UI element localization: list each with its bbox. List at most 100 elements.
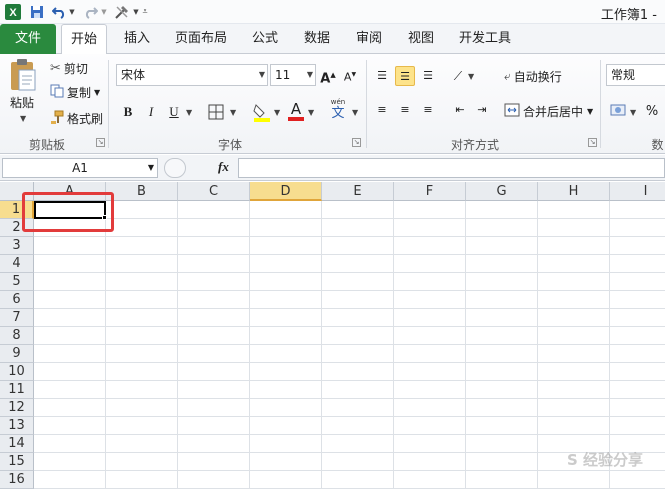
copy-dropdown-icon[interactable]: ▼ [94,88,100,97]
row-header-15[interactable]: 15 [0,453,34,471]
cell-d5[interactable] [250,273,322,291]
cell-d3[interactable] [250,237,322,255]
row-header-13[interactable]: 13 [0,417,34,435]
cell-b6[interactable] [106,291,178,309]
resize-handle-icon[interactable] [164,158,186,178]
cell-f2[interactable] [394,219,466,237]
cell-g3[interactable] [466,237,538,255]
cell-i16[interactable] [610,471,665,489]
cell-f10[interactable] [394,363,466,381]
row-header-5[interactable]: 5 [0,273,34,291]
cell-b7[interactable] [106,309,178,327]
cell-b15[interactable] [106,453,178,471]
italic-button[interactable]: I [141,102,161,122]
cell-c13[interactable] [178,417,250,435]
cell-e12[interactable] [322,399,394,417]
cell-g13[interactable] [466,417,538,435]
cell-f13[interactable] [394,417,466,435]
cell-h1[interactable] [538,201,610,219]
cell-b1[interactable] [106,201,178,219]
worksheet-grid[interactable]: A B C D E F G H I 1 2 3 4 5 6 7 8 9 10 11 12 13 14 15 16 [0,182,665,492]
accounting-format-icon[interactable] [610,102,628,121]
cell-h3[interactable] [538,237,610,255]
cell-i3[interactable] [610,237,665,255]
cell-b8[interactable] [106,327,178,345]
cell-b10[interactable] [106,363,178,381]
cell-d7[interactable] [250,309,322,327]
cell-f3[interactable] [394,237,466,255]
cell-d14[interactable] [250,435,322,453]
cell-f6[interactable] [394,291,466,309]
cell-b4[interactable] [106,255,178,273]
alignment-launcher-icon[interactable]: ↘ [588,138,597,147]
cell-h11[interactable] [538,381,610,399]
cell-a16[interactable] [34,471,106,489]
cell-c1[interactable] [178,201,250,219]
grow-font-icon[interactable]: A▲ [318,65,338,86]
cell-e16[interactable] [322,471,394,489]
cell-e3[interactable] [322,237,394,255]
cell-d9[interactable] [250,345,322,363]
save-icon[interactable] [28,2,46,22]
cell-a6[interactable] [34,291,106,309]
cell-a12[interactable] [34,399,106,417]
orientation-dropdown-icon[interactable]: ▼ [468,72,474,81]
cell-a7[interactable] [34,309,106,327]
align-center-icon[interactable]: ≡ [395,100,415,120]
fill-color-dropdown-icon[interactable]: ▼ [274,108,280,117]
paste-button[interactable]: 粘贴 [10,94,34,111]
align-bottom-icon[interactable]: ☰ [418,66,438,86]
align-top-icon[interactable]: ☰ [372,66,392,86]
shrink-font-icon[interactable]: A▼ [340,65,360,85]
paste-icon[interactable] [8,58,38,92]
border-icon[interactable] [208,104,224,123]
cell-b13[interactable] [106,417,178,435]
column-header-h[interactable]: H [538,182,610,201]
cell-g7[interactable] [466,309,538,327]
cell-e2[interactable] [322,219,394,237]
row-header-12[interactable]: 12 [0,399,34,417]
cell-c14[interactable] [178,435,250,453]
cell-d11[interactable] [250,381,322,399]
cell-b11[interactable] [106,381,178,399]
cell-i10[interactable] [610,363,665,381]
cell-a13[interactable] [34,417,106,435]
cell-i4[interactable] [610,255,665,273]
row-header-7[interactable]: 7 [0,309,34,327]
customize-qat-icon[interactable]: ⩡ [140,2,150,22]
cell-f15[interactable] [394,453,466,471]
cell-a14[interactable] [34,435,106,453]
tab-page-layout[interactable]: 页面布局 [170,24,232,54]
cell-a15[interactable] [34,453,106,471]
cell-h6[interactable] [538,291,610,309]
cell-i11[interactable] [610,381,665,399]
cell-d4[interactable] [250,255,322,273]
underline-dropdown-icon[interactable]: ▼ [186,108,192,117]
cell-g2[interactable] [466,219,538,237]
column-header-d[interactable]: D [250,182,322,201]
cell-h4[interactable] [538,255,610,273]
align-left-icon[interactable]: ≡ [372,100,392,120]
cell-c15[interactable] [178,453,250,471]
cell-f4[interactable] [394,255,466,273]
clipboard-launcher-icon[interactable]: ↘ [96,138,105,147]
increase-indent-icon[interactable]: ⇥ [472,100,492,120]
row-header-8[interactable]: 8 [0,327,34,345]
tab-review[interactable]: 审阅 [350,24,388,54]
cell-f8[interactable] [394,327,466,345]
cell-g4[interactable] [466,255,538,273]
cell-i6[interactable] [610,291,665,309]
cell-i7[interactable] [610,309,665,327]
cell-e13[interactable] [322,417,394,435]
cell-f5[interactable] [394,273,466,291]
cell-i5[interactable] [610,273,665,291]
bold-button[interactable]: B [118,102,138,122]
font-name-select[interactable]: 宋体 ▼ [116,64,268,86]
cell-f9[interactable] [394,345,466,363]
accounting-dropdown-icon[interactable]: ▼ [630,108,636,117]
cut-button[interactable]: ✂ 剪切 [50,60,88,77]
cell-a3[interactable] [34,237,106,255]
cell-e9[interactable] [322,345,394,363]
cell-b3[interactable] [106,237,178,255]
merge-center-button[interactable]: 合并后居中 ▼ [504,103,593,120]
